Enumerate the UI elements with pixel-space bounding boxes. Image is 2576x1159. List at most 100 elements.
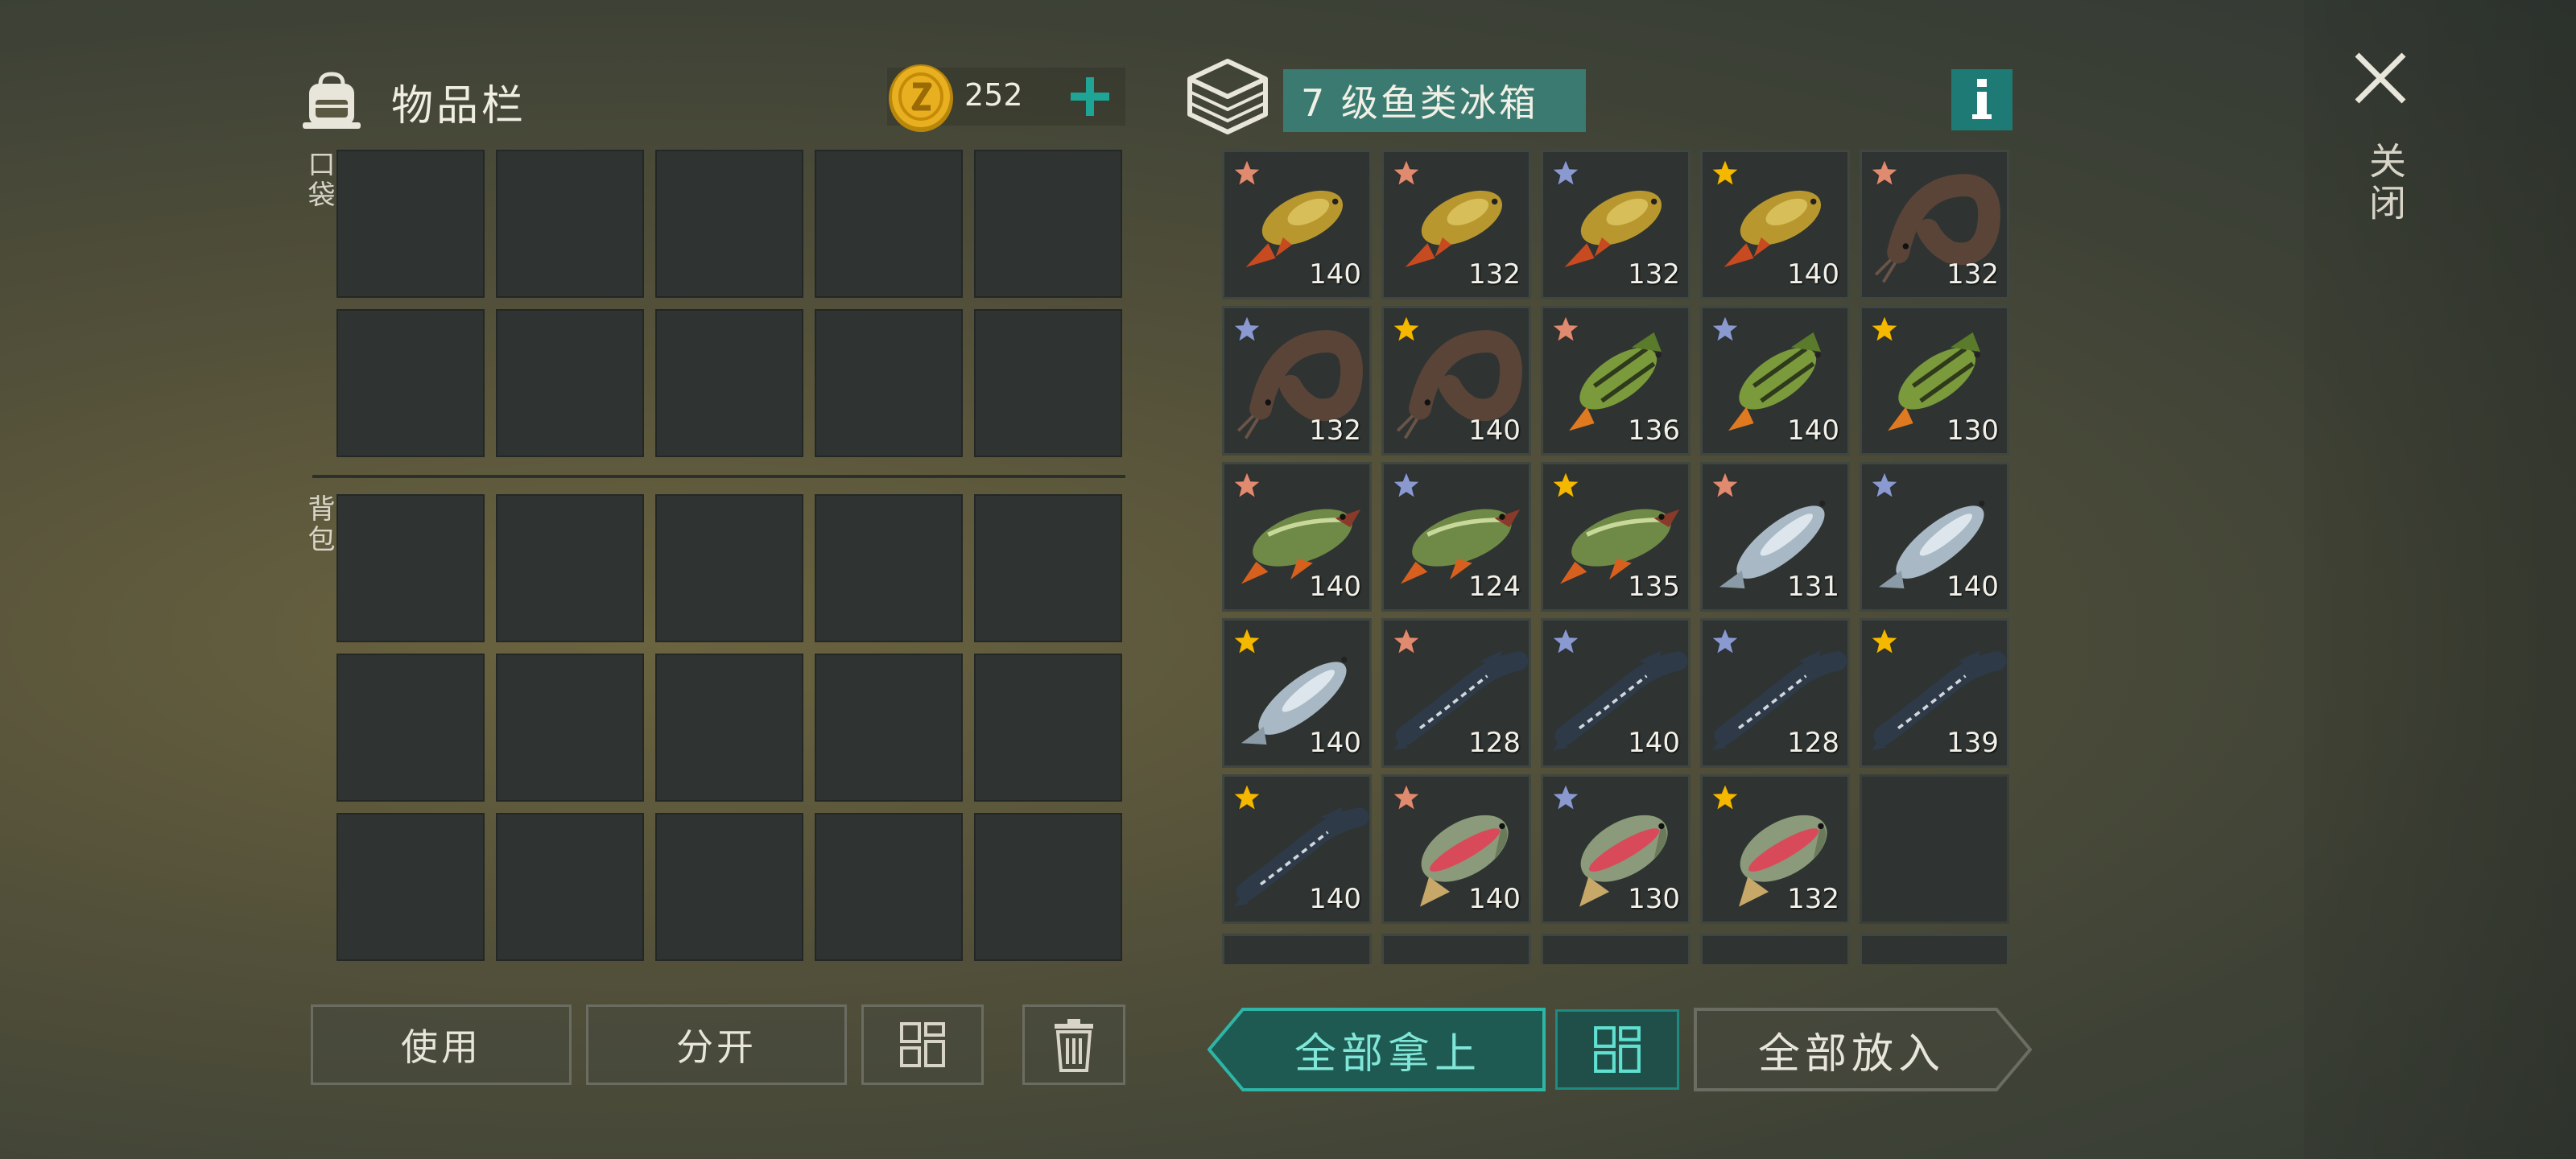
star-icon xyxy=(1870,627,1899,655)
item-value: 130 xyxy=(1946,415,1999,447)
backpack-slot[interactable] xyxy=(815,813,963,961)
backpack-slot[interactable] xyxy=(655,813,803,961)
backpack-slot[interactable] xyxy=(336,654,485,802)
inventory-title: 物品栏 xyxy=(391,81,527,130)
storage-slot-pike[interactable]: 140 xyxy=(1222,462,1372,612)
storage-slot-sturgeon[interactable]: 140 xyxy=(1222,774,1372,924)
fish-storage-grid: 140 132 132 140 132 132 140 136 140 130 140 124 135 1… xyxy=(1222,150,2009,924)
item-value: 132 xyxy=(1628,258,1680,291)
pocket-slot[interactable] xyxy=(974,309,1122,457)
backpack-slot[interactable] xyxy=(815,654,963,802)
backpack-slot[interactable] xyxy=(336,813,485,961)
backpack-slot[interactable] xyxy=(655,494,803,642)
backpack-grid xyxy=(336,494,1122,961)
backpack-slot[interactable] xyxy=(974,654,1122,802)
pocket-slot[interactable] xyxy=(815,150,963,298)
storage-slot-trout[interactable]: 140 xyxy=(1381,774,1531,924)
storage-slot-partial xyxy=(1860,934,2009,964)
storage-slot-sturgeon[interactable]: 128 xyxy=(1381,618,1531,768)
star-icon xyxy=(1870,471,1899,499)
close-icon[interactable] xyxy=(2352,50,2409,106)
star-icon xyxy=(1711,159,1740,187)
pocket-slot[interactable] xyxy=(496,309,644,457)
star-icon xyxy=(1392,471,1421,499)
put-all-button[interactable]: 全部放入 xyxy=(1694,1008,2032,1091)
backpack-slot[interactable] xyxy=(496,654,644,802)
storage-slot-carp[interactable]: 132 xyxy=(1381,150,1531,299)
storage-slot-salmon[interactable]: 140 xyxy=(1860,462,2009,612)
storage-slot-catfish[interactable]: 140 xyxy=(1381,306,1531,456)
pocket-slot[interactable] xyxy=(496,150,644,298)
storage-slot-empty[interactable] xyxy=(1860,774,2009,924)
storage-slot-partial xyxy=(1381,934,1531,964)
storage-slot-carp[interactable]: 132 xyxy=(1541,150,1690,299)
item-value: 124 xyxy=(1468,571,1521,603)
backpack-slot[interactable] xyxy=(815,494,963,642)
coin-icon xyxy=(889,64,953,132)
star-icon xyxy=(1870,315,1899,343)
storage-slot-salmon[interactable]: 131 xyxy=(1700,462,1850,612)
storage-slot-catfish[interactable]: 132 xyxy=(1860,150,2009,299)
pocket-slot[interactable] xyxy=(815,309,963,457)
item-value: 140 xyxy=(1468,415,1521,447)
pocket-slot[interactable] xyxy=(336,309,485,457)
storage-slot-perch[interactable]: 136 xyxy=(1541,306,1690,456)
storage-slot-sturgeon[interactable]: 140 xyxy=(1541,618,1690,768)
close-label[interactable]: 关闭 xyxy=(2359,142,2412,225)
split-button[interactable]: 分开 xyxy=(586,1004,847,1085)
use-button[interactable]: 使用 xyxy=(311,1004,572,1085)
backpack-slot[interactable] xyxy=(974,494,1122,642)
pocket-slot[interactable] xyxy=(336,150,485,298)
star-icon xyxy=(1232,471,1261,499)
pocket-slot[interactable] xyxy=(655,150,803,298)
add-coins-button[interactable] xyxy=(1066,72,1114,121)
storage-slot-carp[interactable]: 140 xyxy=(1700,150,1850,299)
item-value: 132 xyxy=(1787,883,1839,915)
item-value: 130 xyxy=(1628,883,1680,915)
item-value: 132 xyxy=(1309,415,1361,447)
sort-icon xyxy=(1594,1026,1641,1073)
storage-slot-partial xyxy=(1541,934,1690,964)
star-icon xyxy=(1551,783,1580,811)
sort-storage-button[interactable] xyxy=(1555,1009,1679,1090)
backpack-slot[interactable] xyxy=(496,494,644,642)
star-icon xyxy=(1232,159,1261,187)
item-value: 140 xyxy=(1787,415,1839,447)
right-strip xyxy=(2304,0,2576,1159)
pocket-slot[interactable] xyxy=(974,150,1122,298)
sort-inventory-button[interactable] xyxy=(861,1004,984,1085)
delete-button[interactable] xyxy=(1022,1004,1125,1085)
storage-slot-sturgeon[interactable]: 139 xyxy=(1860,618,2009,768)
backpack-slot[interactable] xyxy=(496,813,644,961)
star-icon xyxy=(1232,627,1261,655)
backpack-slot[interactable] xyxy=(336,494,485,642)
storage-slot-salmon[interactable]: 140 xyxy=(1222,618,1372,768)
item-value: 139 xyxy=(1946,727,1999,759)
pocket-slot[interactable] xyxy=(655,309,803,457)
storage-slot-catfish[interactable]: 132 xyxy=(1222,306,1372,456)
storage-slot-perch[interactable]: 140 xyxy=(1700,306,1850,456)
item-value: 136 xyxy=(1628,415,1680,447)
inventory-header: 物品栏 xyxy=(299,56,526,146)
storage-slot-perch[interactable]: 130 xyxy=(1860,306,2009,456)
backpack-slot[interactable] xyxy=(655,654,803,802)
storage-slot-pike[interactable]: 124 xyxy=(1381,462,1531,612)
storage-slot-carp[interactable]: 140 xyxy=(1222,150,1372,299)
storage-slot-partial xyxy=(1222,934,1372,964)
next-row-peek xyxy=(1222,934,2009,964)
star-icon xyxy=(1392,627,1421,655)
info-icon xyxy=(1972,79,1992,119)
info-button[interactable] xyxy=(1951,69,2013,130)
item-value: 140 xyxy=(1309,883,1361,915)
storage-slot-trout[interactable]: 132 xyxy=(1700,774,1850,924)
storage-slot-pike[interactable]: 135 xyxy=(1541,462,1690,612)
pocket-label: 口袋 xyxy=(303,150,335,211)
item-value: 140 xyxy=(1787,258,1839,291)
backpack-slot[interactable] xyxy=(974,813,1122,961)
storage-slot-sturgeon[interactable]: 128 xyxy=(1700,618,1850,768)
take-all-button[interactable]: 全部拿上 xyxy=(1208,1008,1546,1091)
item-value: 128 xyxy=(1468,727,1521,759)
storage-slot-trout[interactable]: 130 xyxy=(1541,774,1690,924)
storage-slot-partial xyxy=(1700,934,1850,964)
storage-box-icon xyxy=(1187,59,1268,134)
